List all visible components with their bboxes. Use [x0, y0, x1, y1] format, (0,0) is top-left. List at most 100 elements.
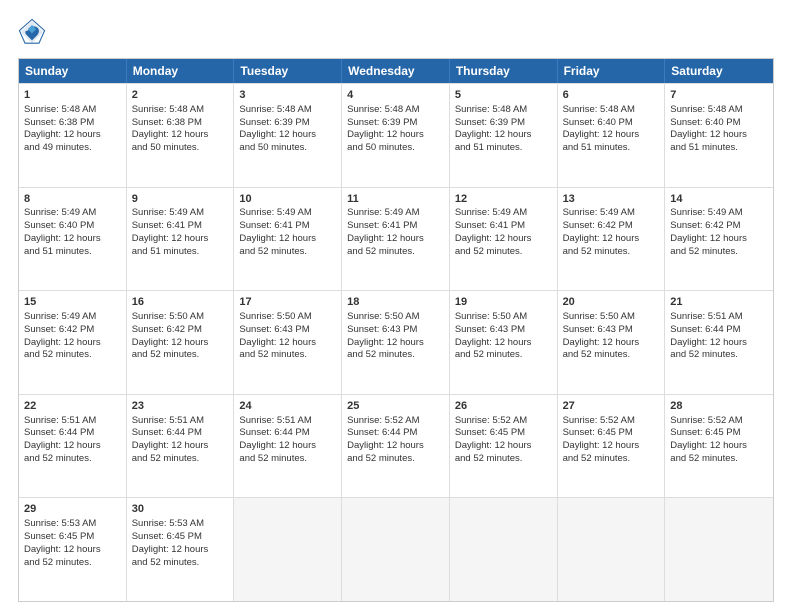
day-info-line: Daylight: 12 hours [670, 129, 768, 142]
day-cell-5: 5Sunrise: 5:48 AMSunset: 6:39 PMDaylight… [450, 84, 558, 187]
day-info-line: Daylight: 12 hours [455, 129, 552, 142]
day-info-line: and 51 minutes. [563, 142, 660, 155]
day-cell-empty-4-4 [450, 498, 558, 601]
day-info-line: Sunrise: 5:48 AM [670, 104, 768, 117]
day-info-line: Sunset: 6:43 PM [455, 324, 552, 337]
day-info-line: Daylight: 12 hours [132, 129, 229, 142]
day-info-line: Sunset: 6:43 PM [239, 324, 336, 337]
day-info-line: Sunset: 6:38 PM [132, 117, 229, 130]
day-info-line: Sunrise: 5:52 AM [563, 415, 660, 428]
day-info-line: Daylight: 12 hours [347, 440, 444, 453]
day-info-line: and 52 minutes. [24, 349, 121, 362]
day-number: 12 [455, 192, 552, 207]
header-day-sunday: Sunday [19, 59, 127, 83]
day-info-line: Daylight: 12 hours [563, 233, 660, 246]
day-info-line: Sunset: 6:41 PM [347, 220, 444, 233]
header-day-monday: Monday [127, 59, 235, 83]
day-info-line: and 52 minutes. [24, 453, 121, 466]
day-info-line: Sunset: 6:41 PM [132, 220, 229, 233]
day-info-line: Sunset: 6:39 PM [239, 117, 336, 130]
day-cell-7: 7Sunrise: 5:48 AMSunset: 6:40 PMDaylight… [665, 84, 773, 187]
day-cell-1: 1Sunrise: 5:48 AMSunset: 6:38 PMDaylight… [19, 84, 127, 187]
day-number: 2 [132, 88, 229, 103]
header-day-saturday: Saturday [665, 59, 773, 83]
day-info-line: Sunset: 6:40 PM [670, 117, 768, 130]
day-info-line: and 52 minutes. [347, 246, 444, 259]
day-info-line: Daylight: 12 hours [239, 337, 336, 350]
day-info-line: and 49 minutes. [24, 142, 121, 155]
day-number: 21 [670, 295, 768, 310]
day-cell-11: 11Sunrise: 5:49 AMSunset: 6:41 PMDayligh… [342, 188, 450, 291]
day-info-line: Daylight: 12 hours [24, 337, 121, 350]
day-cell-4: 4Sunrise: 5:48 AMSunset: 6:39 PMDaylight… [342, 84, 450, 187]
day-cell-10: 10Sunrise: 5:49 AMSunset: 6:41 PMDayligh… [234, 188, 342, 291]
day-cell-28: 28Sunrise: 5:52 AMSunset: 6:45 PMDayligh… [665, 395, 773, 498]
day-info-line: and 50 minutes. [239, 142, 336, 155]
day-info-line: Sunrise: 5:52 AM [455, 415, 552, 428]
day-info-line: Sunset: 6:42 PM [670, 220, 768, 233]
day-cell-20: 20Sunrise: 5:50 AMSunset: 6:43 PMDayligh… [558, 291, 666, 394]
day-number: 5 [455, 88, 552, 103]
day-info-line: Daylight: 12 hours [239, 440, 336, 453]
day-cell-empty-4-6 [665, 498, 773, 601]
day-cell-12: 12Sunrise: 5:49 AMSunset: 6:41 PMDayligh… [450, 188, 558, 291]
day-number: 18 [347, 295, 444, 310]
day-info-line: Daylight: 12 hours [563, 129, 660, 142]
day-number: 23 [132, 399, 229, 414]
day-number: 27 [563, 399, 660, 414]
day-info-line: Sunrise: 5:50 AM [132, 311, 229, 324]
day-number: 29 [24, 502, 121, 517]
day-info-line: Daylight: 12 hours [347, 233, 444, 246]
day-info-line: Sunrise: 5:48 AM [347, 104, 444, 117]
day-info-line: Sunrise: 5:49 AM [24, 207, 121, 220]
day-info-line: Sunrise: 5:49 AM [347, 207, 444, 220]
day-number: 19 [455, 295, 552, 310]
day-number: 17 [239, 295, 336, 310]
day-info-line: Sunrise: 5:49 AM [132, 207, 229, 220]
day-cell-26: 26Sunrise: 5:52 AMSunset: 6:45 PMDayligh… [450, 395, 558, 498]
day-info-line: Sunset: 6:45 PM [455, 427, 552, 440]
day-info-line: Sunrise: 5:53 AM [132, 518, 229, 531]
day-info-line: Daylight: 12 hours [132, 544, 229, 557]
day-cell-empty-4-5 [558, 498, 666, 601]
day-info-line: and 52 minutes. [563, 246, 660, 259]
day-info-line: Sunrise: 5:48 AM [132, 104, 229, 117]
day-number: 7 [670, 88, 768, 103]
day-info-line: and 52 minutes. [239, 453, 336, 466]
day-cell-22: 22Sunrise: 5:51 AMSunset: 6:44 PMDayligh… [19, 395, 127, 498]
day-info-line: Sunset: 6:45 PM [132, 531, 229, 544]
day-number: 15 [24, 295, 121, 310]
day-info-line: Sunrise: 5:49 AM [24, 311, 121, 324]
day-info-line: Sunrise: 5:51 AM [239, 415, 336, 428]
day-info-line: Sunrise: 5:49 AM [563, 207, 660, 220]
day-info-line: Daylight: 12 hours [24, 544, 121, 557]
day-info-line: Sunset: 6:43 PM [563, 324, 660, 337]
day-number: 26 [455, 399, 552, 414]
day-info-line: Daylight: 12 hours [563, 337, 660, 350]
day-number: 8 [24, 192, 121, 207]
day-number: 11 [347, 192, 444, 207]
day-info-line: Daylight: 12 hours [347, 337, 444, 350]
calendar-header: SundayMondayTuesdayWednesdayThursdayFrid… [19, 59, 773, 83]
day-cell-14: 14Sunrise: 5:49 AMSunset: 6:42 PMDayligh… [665, 188, 773, 291]
day-info-line: Sunset: 6:42 PM [132, 324, 229, 337]
day-cell-empty-4-3 [342, 498, 450, 601]
day-info-line: and 52 minutes. [455, 453, 552, 466]
day-number: 9 [132, 192, 229, 207]
day-info-line: Sunrise: 5:52 AM [347, 415, 444, 428]
day-info-line: Daylight: 12 hours [24, 129, 121, 142]
day-info-line: and 52 minutes. [455, 349, 552, 362]
day-info-line: and 52 minutes. [455, 246, 552, 259]
day-info-line: Sunrise: 5:51 AM [24, 415, 121, 428]
calendar: SundayMondayTuesdayWednesdayThursdayFrid… [18, 58, 774, 602]
day-info-line: Sunset: 6:38 PM [24, 117, 121, 130]
day-info-line: Daylight: 12 hours [670, 233, 768, 246]
calendar-body: 1Sunrise: 5:48 AMSunset: 6:38 PMDaylight… [19, 83, 773, 601]
day-info-line: Daylight: 12 hours [670, 440, 768, 453]
header [18, 18, 774, 46]
day-info-line: Sunrise: 5:50 AM [347, 311, 444, 324]
day-info-line: Sunrise: 5:48 AM [563, 104, 660, 117]
day-info-line: and 51 minutes. [24, 246, 121, 259]
day-cell-21: 21Sunrise: 5:51 AMSunset: 6:44 PMDayligh… [665, 291, 773, 394]
day-info-line: Sunrise: 5:48 AM [455, 104, 552, 117]
